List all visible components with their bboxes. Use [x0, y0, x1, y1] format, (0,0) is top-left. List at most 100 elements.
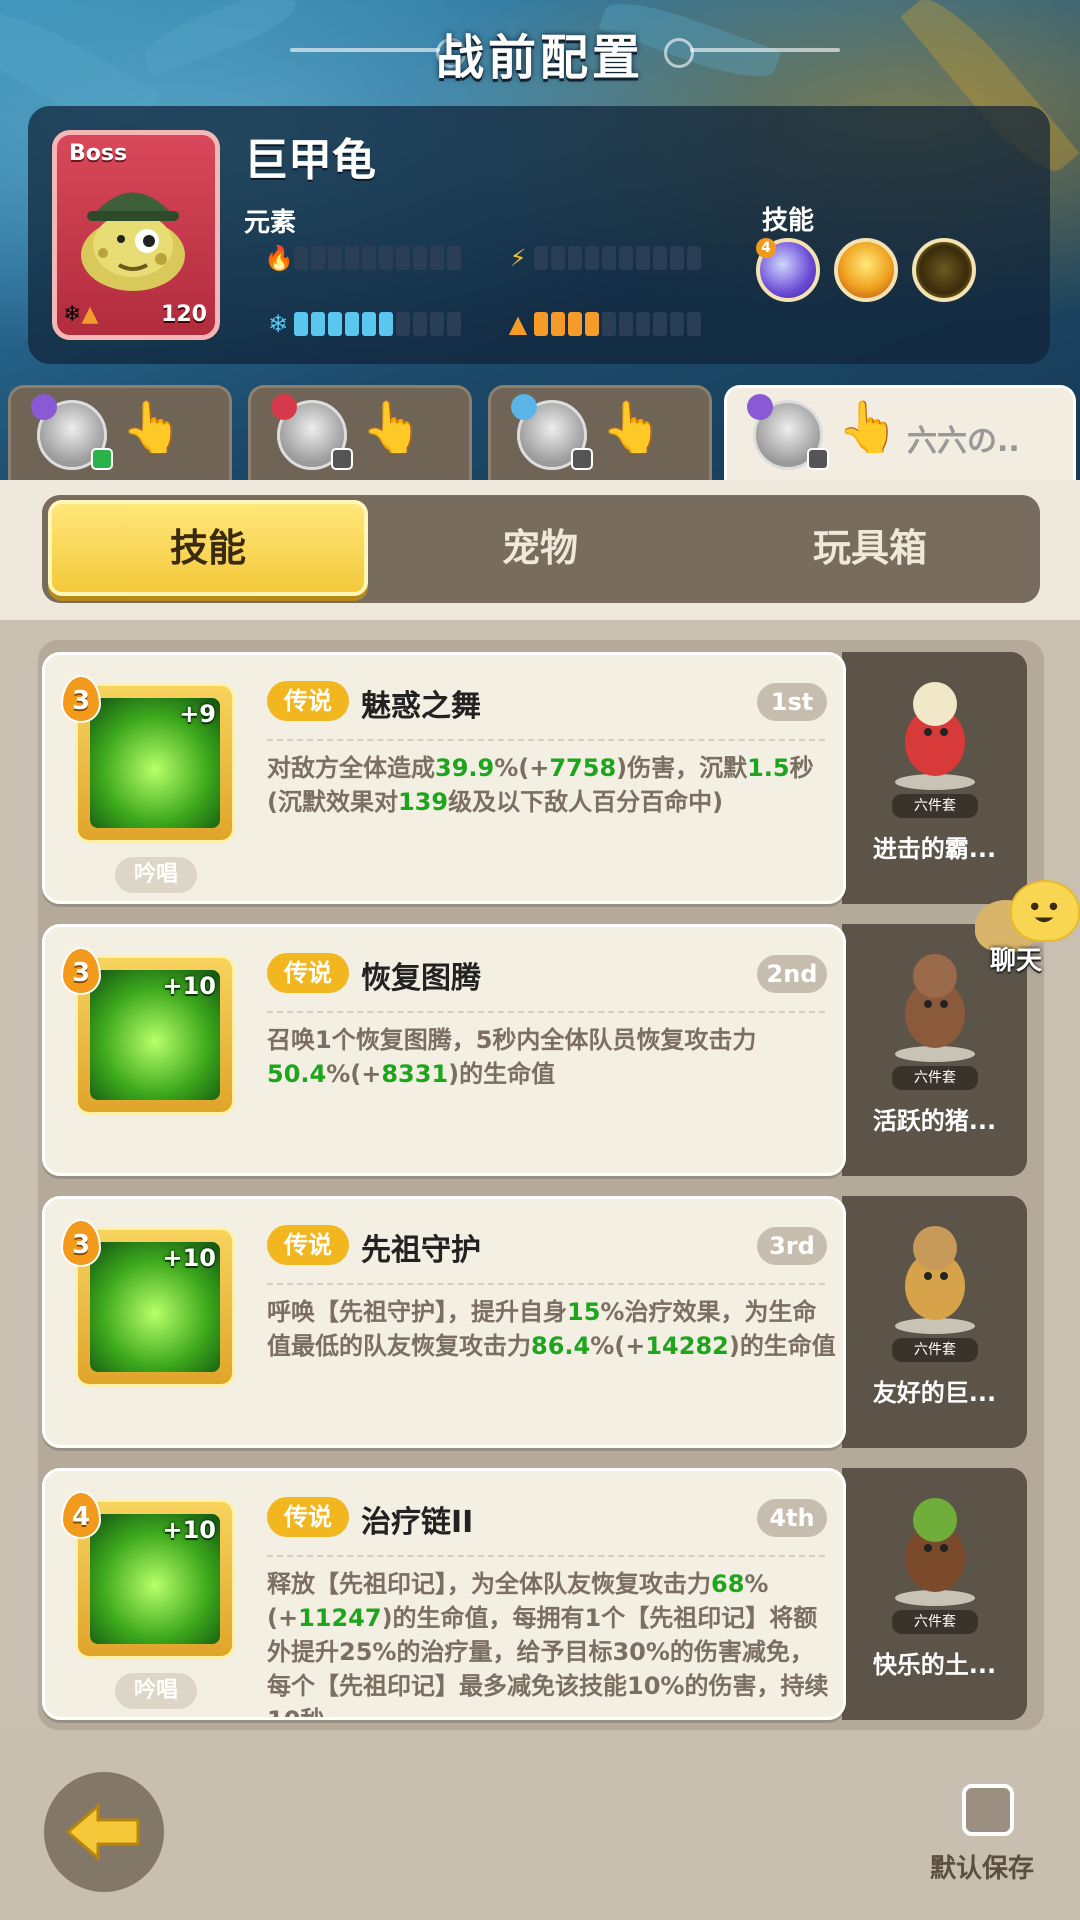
element-segment [396, 246, 410, 270]
pet-set-badge: 六件套 [892, 794, 978, 818]
divider [267, 1555, 825, 1557]
skill-description-part: %(+ [494, 754, 550, 782]
skill-description-part: 86.4 [531, 1332, 591, 1360]
pet-set-badge: 六件套 [892, 1610, 978, 1634]
boss-level: 120 [161, 302, 207, 327]
skill-description: 呼唤【先祖守护】，提升自身15%治疗效果，为生命值最低的队友恢复攻击力86.4%… [267, 1295, 837, 1405]
skill-description: 释放【先祖印记】，为全体队友恢复攻击力68%(+11247)的生命值，每拥有1个… [267, 1567, 837, 1717]
element-segment [294, 246, 308, 270]
skill-rank: 2nd [757, 955, 827, 993]
element-segment [602, 312, 616, 336]
skill-description-part: 释放【先祖印记】，为全体队友恢复攻击力 [267, 1570, 711, 1598]
boss-portrait[interactable]: Boss ❄▲ 120 [52, 130, 220, 340]
default-save-checkbox[interactable] [962, 1784, 1014, 1836]
skill-name: 先祖守护 [361, 1233, 481, 1268]
element-segment [568, 246, 582, 270]
pet-set-badge: 六件套 [892, 1066, 978, 1090]
tab-skills[interactable]: 技能 [48, 500, 368, 596]
tab-toybox[interactable]: 玩具箱 [710, 500, 1030, 596]
element-segment [568, 312, 582, 336]
hero-status-icon [807, 448, 829, 470]
element-segment [447, 246, 461, 270]
skill-rank: 4th [757, 1499, 827, 1537]
element-segment [653, 246, 667, 270]
skill-card[interactable]: +10 4 吟唱 传说 治疗链II 4th 释放【先祖印记】，为全体队友恢复攻击… [42, 1468, 846, 1720]
rarity-badge: 传说 [267, 953, 349, 993]
element-segment [413, 312, 427, 336]
skill-plus-level: +10 [162, 1516, 216, 1544]
skill-description-part: %(+ [590, 1332, 646, 1360]
hand-pointer-icon: 👆 [601, 398, 664, 456]
element-segment [687, 246, 701, 270]
hero-tab-4[interactable]: 👆 六六の.. [724, 385, 1076, 480]
hero-element-badge [747, 394, 773, 420]
element-segment [328, 312, 342, 336]
element-segment [328, 246, 342, 270]
skill-description-part: 呼唤【先祖守护】，提升自身 [267, 1298, 567, 1326]
boss-element-icons: ❄▲ [63, 302, 99, 327]
element-segment [551, 246, 565, 270]
element-segment [585, 312, 599, 336]
skill-plus-level: +10 [162, 972, 216, 1000]
chat-label[interactable]: 聊天 [990, 940, 1042, 977]
pet-name: 活跃的猪... [872, 1107, 997, 1135]
skill-description: 对敌方全体造成39.9%(+7758)伤害，沉默1.5秒(沉默效果对139级及以… [267, 751, 837, 861]
boss-skill-orb-2[interactable] [834, 238, 898, 302]
pet-slot[interactable]: 六件套 友好的巨... [842, 1196, 1027, 1448]
boss-skill-orb-badge: 4 [756, 238, 776, 258]
chat-smiley-icon[interactable] [1010, 880, 1080, 942]
pet-figure-image [895, 1226, 975, 1334]
hero-element-badge [511, 394, 537, 420]
boss-tag: Boss [69, 141, 128, 166]
hand-pointer-icon: 👆 [121, 398, 184, 456]
hero-status-icon [91, 448, 113, 470]
element-segment [670, 312, 684, 336]
skill-description-part: 39.9 [435, 754, 495, 782]
skill-description-part: )伤害，沉默 [616, 754, 748, 782]
skill-description-part: )的生命值 [448, 1060, 556, 1088]
hero-tab-1[interactable]: 👆 [8, 385, 232, 480]
pet-set-badge: 六件套 [892, 1338, 978, 1362]
skill-card[interactable]: +9 3 吟唱 传说 魅惑之舞 1st 对敌方全体造成39.9%(+7758)伤… [42, 652, 846, 904]
pet-figure-image [895, 682, 975, 790]
pet-slot[interactable]: 六件套 进击的霸... [842, 652, 1027, 904]
skill-card[interactable]: +10 3 传说 先祖守护 3rd 呼唤【先祖守护】，提升自身15%治疗效果，为… [42, 1196, 846, 1448]
element-bar-lightning: ⚡ [504, 242, 701, 274]
skill-rank: 3rd [757, 1227, 827, 1265]
element-bar-ice: ❄ [264, 308, 461, 340]
element-segment [447, 312, 461, 336]
hand-pointer-icon: 👆 [837, 398, 900, 456]
element-segment [534, 312, 548, 336]
rarity-badge: 传说 [267, 1497, 349, 1537]
pet-figure-image [895, 1498, 975, 1606]
chant-badge: 吟唱 [115, 857, 197, 893]
pet-slot[interactable]: 六件套 快乐的土... [842, 1468, 1027, 1720]
hero-tab-3[interactable]: 👆 [488, 385, 712, 480]
hero-status-icon [331, 448, 353, 470]
divider [267, 1011, 825, 1013]
skill-card[interactable]: +10 3 传说 恢复图腾 2nd 召唤1个恢复图腾，5秒内全体队员恢复攻击力 5… [42, 924, 846, 1176]
tab-pets[interactable]: 宠物 [380, 500, 700, 596]
element-segment [430, 246, 444, 270]
pet-name: 进击的霸... [872, 835, 997, 863]
element-segment [636, 246, 650, 270]
pet-name: 友好的巨... [872, 1379, 997, 1407]
element-segment [602, 246, 616, 270]
default-save-label: 默认保存 [930, 1854, 1035, 1884]
element-segment [362, 246, 376, 270]
element-segment [345, 312, 359, 336]
element-segment [636, 312, 650, 336]
element-label: 元素 [244, 208, 297, 238]
skill-list: 六件套 进击的霸... +9 3 吟唱 传说 魅惑之舞 1st 对敌方全体造成3… [38, 640, 1044, 1730]
element-bar-earth: ▲ [504, 308, 701, 340]
skill-level: 3 [71, 958, 91, 988]
page-title: 战前配置 [435, 30, 644, 86]
skill-description-part: 11247 [298, 1604, 382, 1632]
element-segment [396, 312, 410, 336]
hero-tab-2[interactable]: 👆 [248, 385, 472, 480]
element-segment [670, 246, 684, 270]
element-segment [653, 312, 667, 336]
skill-level: 4 [71, 1502, 91, 1532]
turtle-boss-image [81, 192, 185, 291]
boss-skill-orb-3[interactable] [912, 238, 976, 302]
